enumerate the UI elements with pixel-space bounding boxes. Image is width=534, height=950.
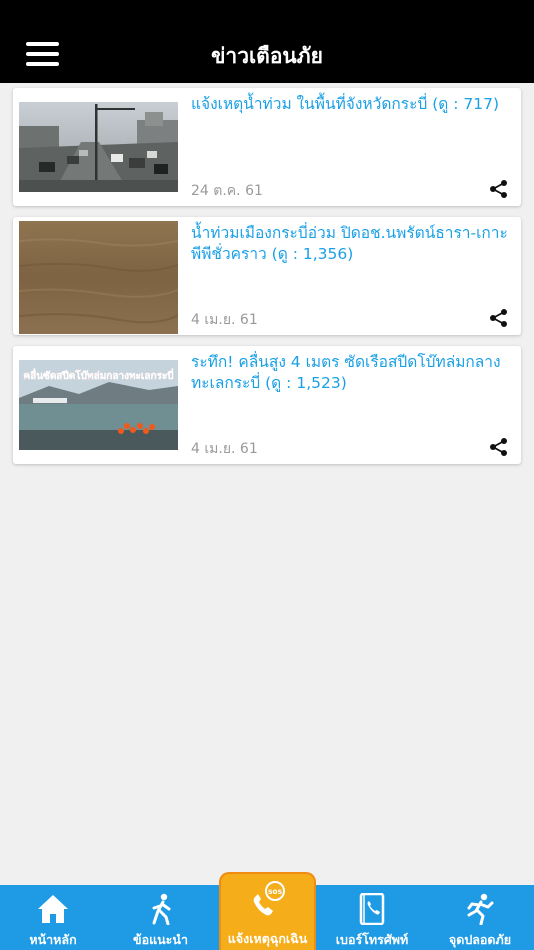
news-date: 24 ต.ค. 61 <box>191 183 263 199</box>
tab-label: จุดปลอดภัย <box>448 932 512 947</box>
tab-safe-point[interactable]: จุดปลอดภัย <box>426 885 534 950</box>
phonebook-icon <box>359 893 385 925</box>
sos-badge-text: sos <box>267 887 282 896</box>
sos-phone-icon: sos <box>253 881 285 916</box>
app-header: ข่าวเตือนภัย <box>0 0 534 83</box>
news-date: 4 เม.ย. 61 <box>191 441 258 457</box>
speedboat-rescue-image: คลื่นซัดสปีดโบ๊ทล่มกลางทะเลกระบี่ <box>19 360 178 450</box>
news-thumbnail-flooded-road <box>19 102 178 192</box>
news-title[interactable]: ระทึก! คลื่นสูง 4 เมตร ซัดเรือสปีดโบ๊ทล่… <box>191 352 517 394</box>
muddy-floodwater-image <box>19 221 178 334</box>
home-icon <box>38 895 68 923</box>
tab-emergency-report[interactable]: sos แจ้งเหตุฉุกเฉิน <box>219 872 316 950</box>
image-caption: คลื่นซัดสปีดโบ๊ทล่มกลางทะเลกระบี่ <box>23 368 173 382</box>
news-title[interactable]: น้ำท่วมเมืองกระบี่อ่วม ปิดอช.นพรัตน์ธารา… <box>191 223 517 265</box>
share-icon[interactable] <box>489 437 509 457</box>
news-card[interactable]: คลื่นซัดสปีดโบ๊ทล่มกลางทะเลกระบี่ ระทึก!… <box>13 346 521 464</box>
news-title[interactable]: แจ้งเหตุน้ำท่วม ในพื้นที่จังหวัดกระบี่ (… <box>191 94 517 115</box>
news-date: 4 เม.ย. 61 <box>191 312 258 328</box>
news-card[interactable]: แจ้งเหตุน้ำท่วม ในพื้นที่จังหวัดกระบี่ (… <box>13 88 521 206</box>
walking-person-icon <box>152 893 170 925</box>
tab-phone-book[interactable]: เบอร์โทรศัพท์ <box>318 885 426 950</box>
news-thumbnail-floodwater <box>19 221 178 334</box>
tab-label: เบอร์โทรศัพท์ <box>335 932 409 947</box>
news-card[interactable]: น้ำท่วมเมืองกระบี่อ่วม ปิดอช.นพรัตน์ธารา… <box>13 217 521 335</box>
running-person-icon <box>467 893 494 925</box>
tab-label: แจ้งเหตุฉุกเฉิน <box>227 931 308 946</box>
tab-label: ข้อแนะนำ <box>133 932 188 947</box>
news-list: แจ้งเหตุน้ำท่วม ในพื้นที่จังหวัดกระบี่ (… <box>13 88 521 475</box>
news-thumbnail-speedboat: คลื่นซัดสปีดโบ๊ทล่มกลางทะเลกระบี่ <box>19 360 178 450</box>
tab-label: หน้าหลัก <box>29 932 77 947</box>
tab-home[interactable]: หน้าหลัก <box>0 885 106 950</box>
page-title: ข่าวเตือนภัย <box>211 44 323 68</box>
flooded-road-image <box>19 102 178 192</box>
share-icon[interactable] <box>489 179 509 199</box>
tab-advice[interactable]: ข้อแนะนำ <box>107 885 214 950</box>
bottom-tab-bar: หน้าหลัก ข้อแนะนำ sos แจ้งเหตุฉุกเฉิน เบ… <box>0 872 534 950</box>
share-icon[interactable] <box>489 308 509 328</box>
